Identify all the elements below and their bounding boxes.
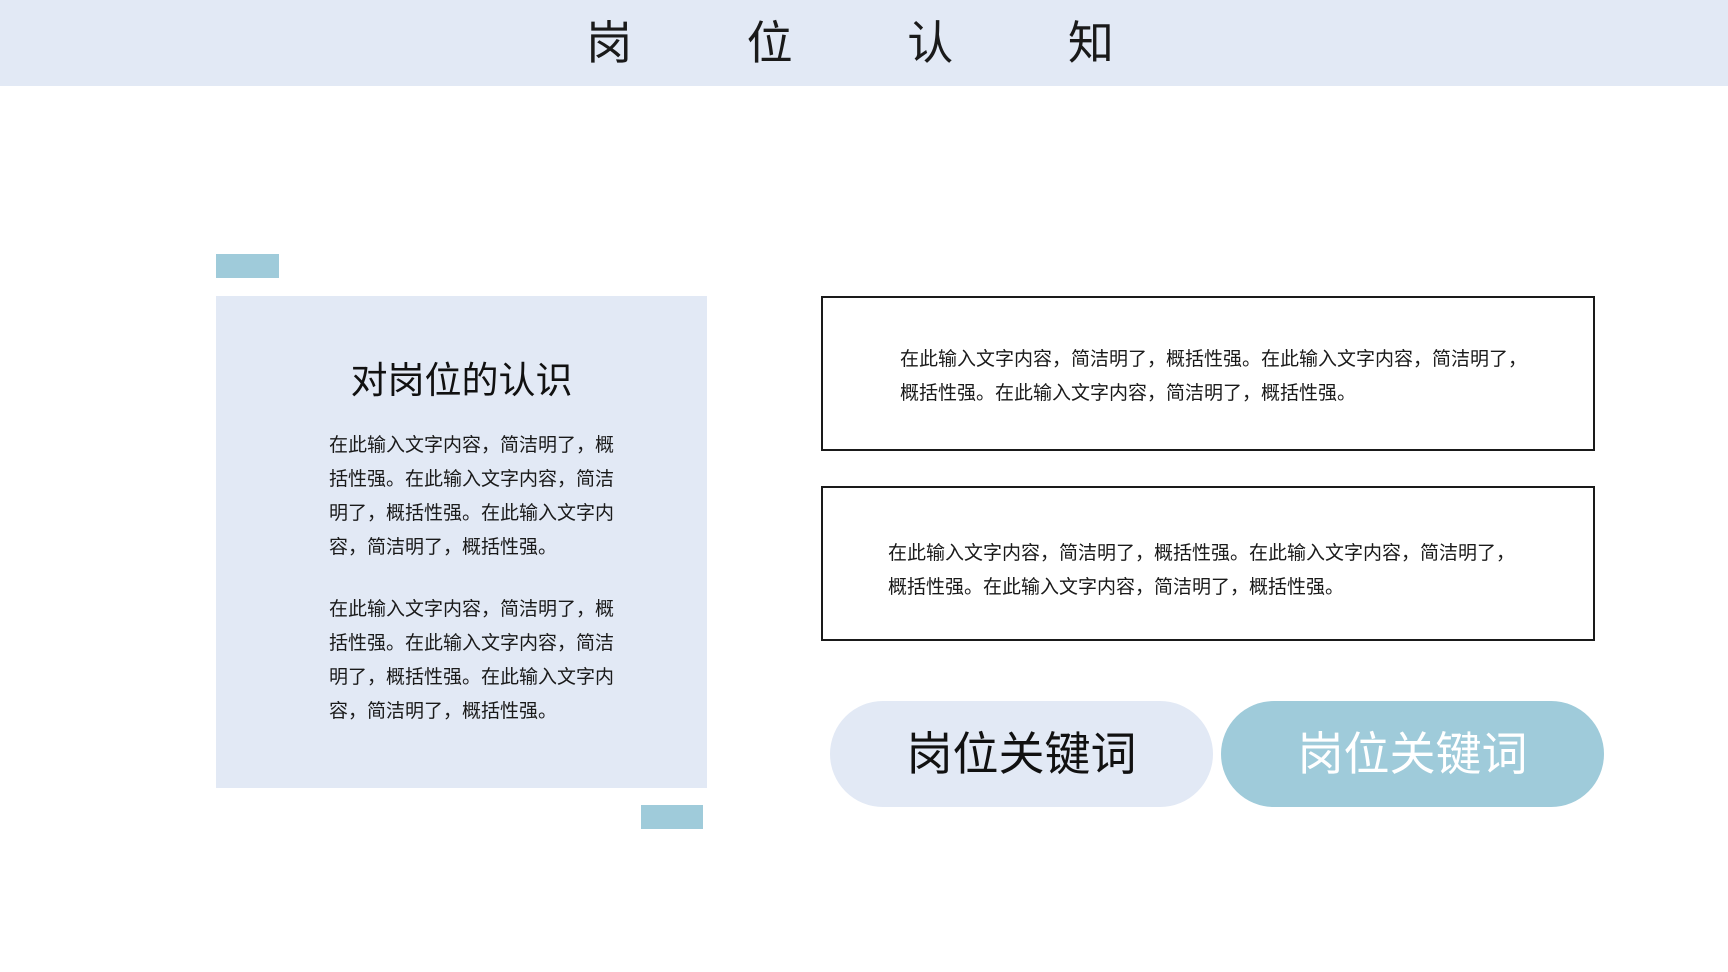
- panel-paragraph-1: 在此输入文字内容，简洁明了，概括性强。在此输入文字内容，简洁明了，概括性强。在此…: [329, 434, 615, 558]
- panel-title: 对岗位的认识: [350, 359, 573, 402]
- accent-block-top: [216, 254, 279, 278]
- text-box-1-content: 在此输入文字内容，简洁明了，概括性强。在此输入文字内容，简洁明了，概括性强。在此…: [900, 348, 1528, 404]
- accent-block-bottom: [641, 805, 703, 829]
- text-box-2-content: 在此输入文字内容，简洁明了，概括性强。在此输入文字内容，简洁明了，概括性强。在此…: [888, 542, 1516, 598]
- keyword-pill-2: 岗位关键词: [1221, 701, 1604, 807]
- text-box-1: 在此输入文字内容，简洁明了，概括性强。在此输入文字内容，简洁明了，概括性强。在此…: [821, 296, 1595, 451]
- header-bar: 岗 位 认 知: [0, 0, 1728, 86]
- keyword-pill-1: 岗位关键词: [830, 701, 1213, 807]
- text-box-2: 在此输入文字内容，简洁明了，概括性强。在此输入文字内容，简洁明了，概括性强。在此…: [821, 486, 1595, 641]
- position-understanding-panel: 对岗位的认识 在此输入文字内容，简洁明了，概括性强。在此输入文字内容，简洁明了，…: [216, 296, 707, 788]
- panel-paragraph-2: 在此输入文字内容，简洁明了，概括性强。在此输入文字内容，简洁明了，概括性强。在此…: [329, 598, 615, 722]
- page-title: 岗 位 认 知: [586, 16, 1164, 70]
